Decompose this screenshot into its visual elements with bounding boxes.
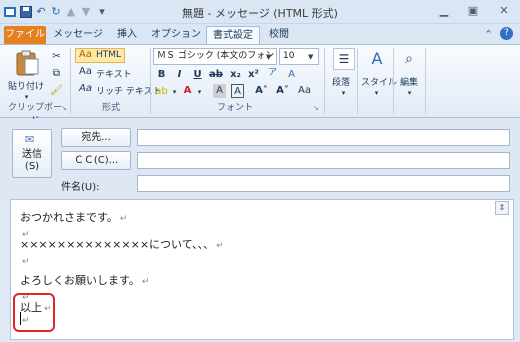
body-line-5: よろしくお願いします。 ↵ bbox=[20, 274, 150, 287]
body-line-1: おつかれさまです。 ↵ bbox=[20, 211, 128, 224]
ruler-toggle-icon[interactable]: ⇕ bbox=[495, 201, 509, 215]
subject-field[interactable] bbox=[137, 175, 510, 192]
tab-options[interactable]: オプション bbox=[150, 26, 202, 45]
body-line-3: ××××××××××××××について、、、 ↵ bbox=[20, 238, 224, 251]
styles-icon[interactable]: A bbox=[366, 48, 388, 70]
format-group-label: 形式 bbox=[101, 103, 120, 113]
group-separator bbox=[425, 48, 426, 114]
chevron-down-icon: ▼ bbox=[308, 53, 314, 61]
subscript-icon[interactable]: x₂ bbox=[229, 68, 242, 82]
ribbon-minimize-icon[interactable]: ⌃ bbox=[484, 28, 493, 41]
font-name-value: ＭＳ ゴシック (本文のフォント・ bbox=[157, 51, 276, 61]
send-button[interactable]: ✉ 送信 (S) bbox=[12, 129, 52, 178]
chevron-down-icon: ▾ bbox=[407, 89, 412, 97]
format-text-prefix: Aa bbox=[79, 66, 92, 77]
change-case-icon[interactable]: Aa bbox=[298, 84, 311, 98]
tab-insert[interactable]: 挿入 bbox=[112, 26, 142, 45]
help-icon[interactable]: ? bbox=[500, 27, 513, 40]
maximize-icon[interactable]: ▣ bbox=[466, 4, 480, 18]
tab-file[interactable]: ファイル bbox=[4, 26, 46, 45]
binoculars-icon[interactable]: ⌕ bbox=[398, 48, 420, 70]
chevron-down-icon[interactable]: ▾ bbox=[168, 85, 181, 99]
format-text-button[interactable]: テキスト bbox=[96, 67, 132, 80]
format-painter-icon[interactable]: 🖌 bbox=[50, 84, 63, 98]
font-group-label: フォント bbox=[216, 103, 253, 113]
italic-icon[interactable]: I bbox=[173, 68, 186, 82]
chevron-down-icon[interactable]: ▾ bbox=[193, 85, 206, 99]
to-field[interactable] bbox=[137, 129, 510, 146]
cc-button[interactable]: ＣＣ(C)... bbox=[61, 151, 131, 170]
copy-icon[interactable]: ⧉ bbox=[50, 67, 63, 81]
bold-icon[interactable]: B bbox=[155, 68, 168, 82]
cc-field[interactable] bbox=[137, 152, 510, 169]
font-size-value: 10 bbox=[283, 51, 295, 61]
chevron-down-icon: ▾ bbox=[374, 89, 379, 97]
superscript-icon[interactable]: x² bbox=[247, 68, 260, 82]
char-border-icon[interactable]: A bbox=[231, 84, 244, 98]
cut-icon[interactable]: ✂ bbox=[50, 50, 63, 64]
group-separator bbox=[324, 48, 325, 114]
tab-message[interactable]: メッセージ bbox=[52, 26, 104, 45]
paragraph-icon[interactable]: ☰ bbox=[333, 48, 355, 70]
send-label: 送信 (S) bbox=[22, 149, 42, 172]
chevron-down-icon: ▼ bbox=[266, 53, 272, 61]
highlight-annotation bbox=[13, 293, 55, 332]
subject-label: 件名(U): bbox=[61, 182, 100, 193]
close-icon[interactable]: ✕ bbox=[497, 4, 511, 18]
text-effects-icon[interactable]: A bbox=[285, 68, 298, 82]
grow-font-icon[interactable]: A˄ bbox=[255, 84, 268, 98]
format-rich-button[interactable]: リッチ テキスト bbox=[96, 84, 162, 97]
group-separator bbox=[357, 48, 358, 114]
clipboard-launcher-icon[interactable]: ↘ bbox=[61, 104, 67, 112]
strikethrough-icon[interactable]: ab bbox=[209, 68, 223, 82]
shrink-font-icon[interactable]: A˅ bbox=[276, 84, 289, 98]
paste-icon[interactable] bbox=[14, 49, 40, 77]
tab-format-text[interactable]: 書式設定 bbox=[206, 26, 260, 45]
font-launcher-icon[interactable]: ↘ bbox=[313, 104, 319, 112]
tab-review[interactable]: 校閲 bbox=[264, 26, 294, 45]
font-name-combo[interactable]: ＭＳ ゴシック (本文のフォント・ ▼ bbox=[153, 48, 277, 65]
group-separator bbox=[70, 48, 71, 114]
group-separator bbox=[150, 48, 151, 114]
group-separator bbox=[393, 48, 394, 114]
format-html-label: HTML bbox=[96, 50, 122, 60]
body-line-4: ↵ bbox=[22, 257, 30, 267]
minimize-icon[interactable]: ▁ bbox=[437, 4, 451, 18]
highlight-icon[interactable]: ab bbox=[155, 85, 168, 99]
format-rich-prefix: Aa bbox=[79, 83, 92, 94]
shading-icon[interactable]: A bbox=[213, 84, 226, 98]
underline-icon[interactable]: U bbox=[191, 68, 204, 82]
send-icon: ✉ bbox=[25, 133, 35, 146]
to-button[interactable]: 宛先... bbox=[61, 128, 131, 147]
font-size-combo[interactable]: 10 ▼ bbox=[279, 48, 319, 65]
chevron-down-icon: ▾ bbox=[341, 89, 346, 97]
ruby-icon[interactable]: ア bbox=[266, 66, 279, 80]
format-html-prefix: Aa bbox=[79, 49, 92, 60]
